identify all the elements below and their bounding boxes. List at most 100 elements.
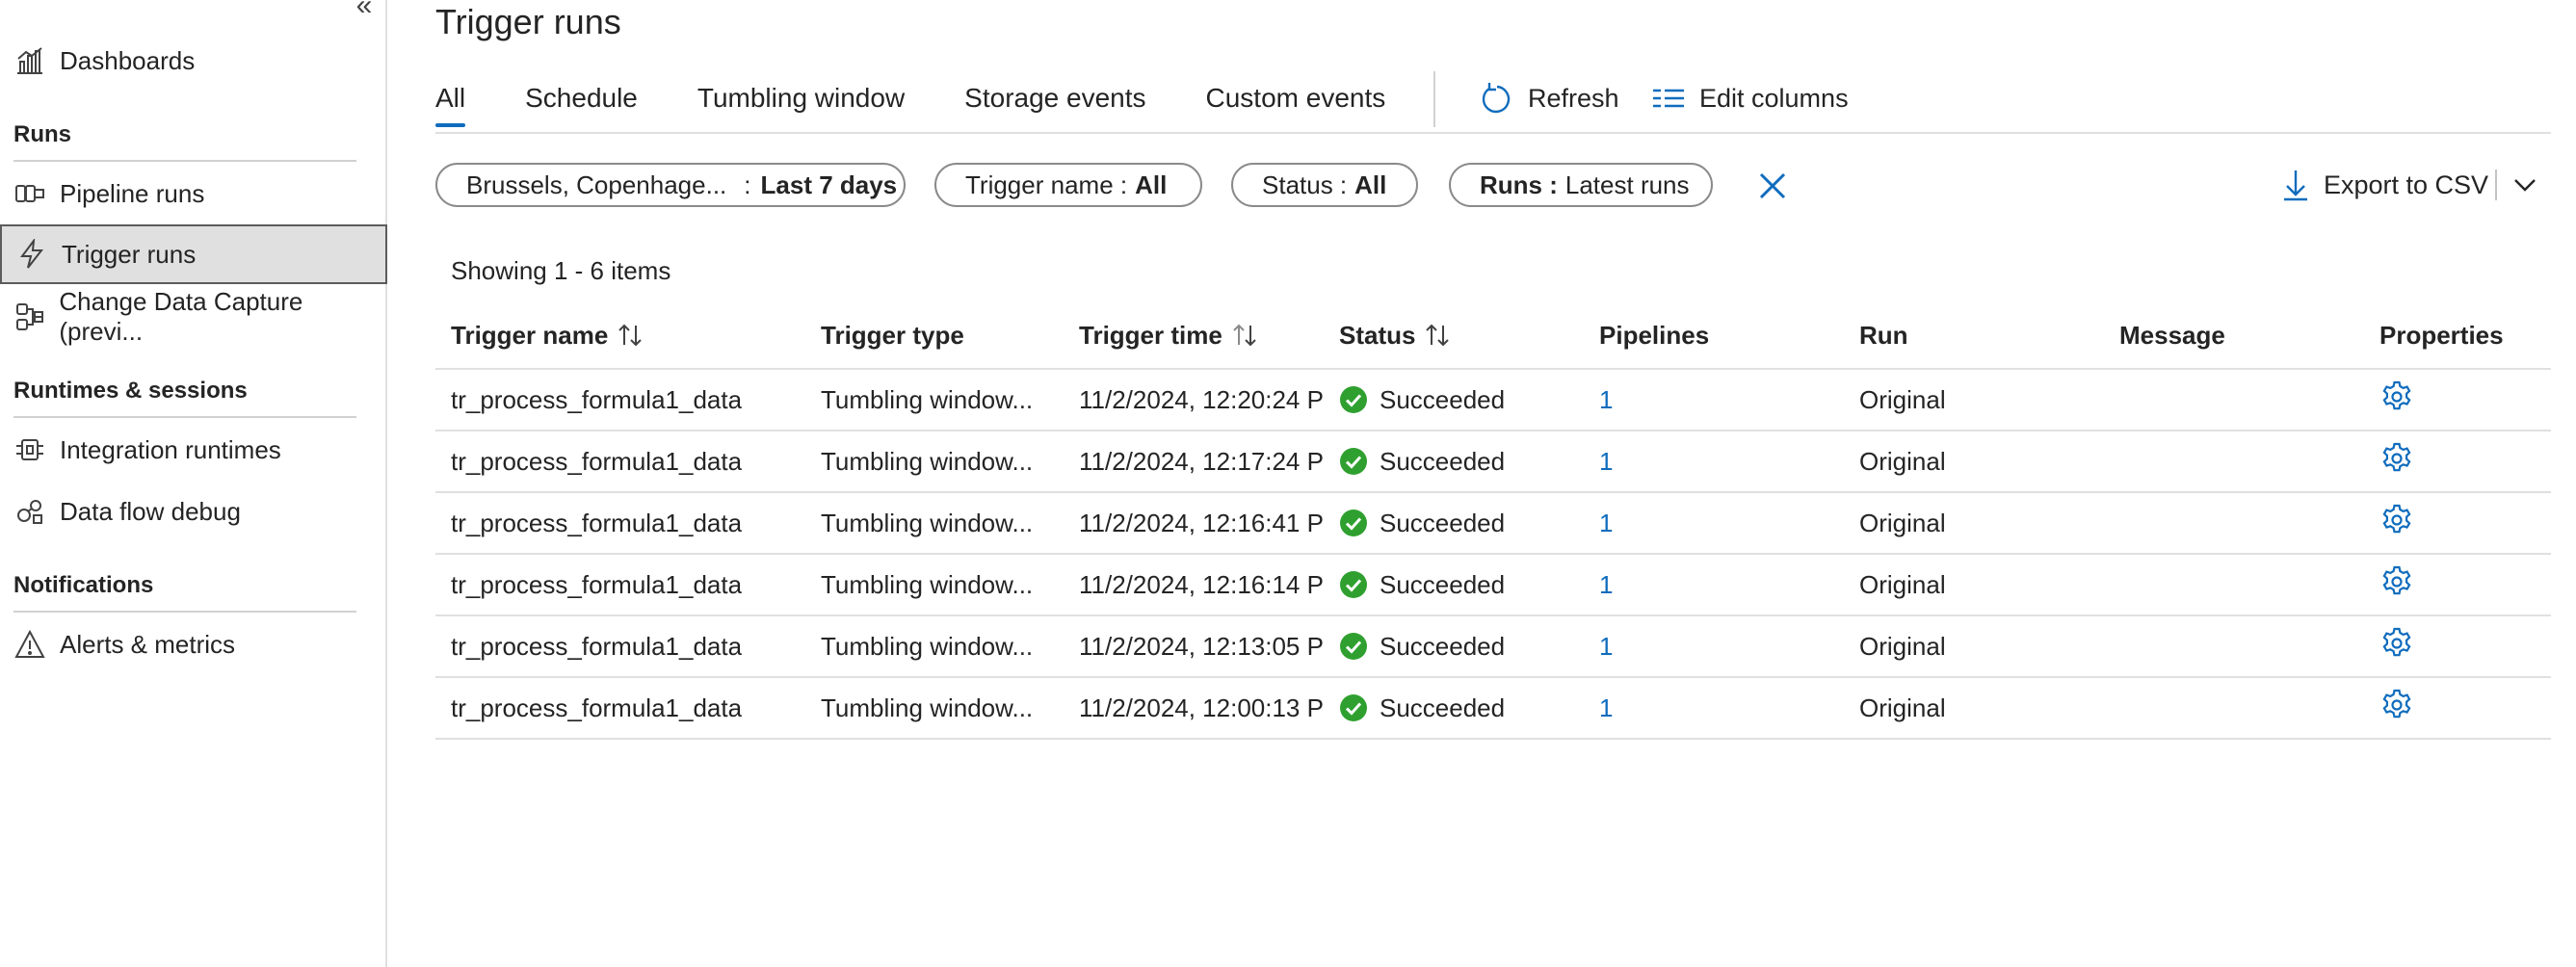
sidebar-item-data-flow-debug[interactable]: Data flow debug — [0, 482, 387, 541]
status-text: Succeeded — [1380, 384, 1506, 414]
pipelines-cell: 1 — [1599, 570, 1859, 600]
pipelines-link[interactable]: 1 — [1599, 385, 1613, 414]
export-csv-button[interactable]: Export to CSV — [2281, 164, 2488, 206]
column-header-pipelines: Pipelines — [1599, 321, 1859, 351]
section-heading-runtimes: Runtimes & sessions — [13, 378, 248, 404]
section-heading-notifications: Notifications — [13, 572, 154, 598]
filter-separator: : — [744, 170, 751, 199]
sidebar-item-trigger-runs[interactable]: Trigger runs — [0, 224, 387, 284]
divider — [13, 611, 356, 613]
refresh-label: Refresh — [1528, 83, 1619, 113]
double-chevron-left-icon[interactable]: « — [351, 0, 378, 20]
trigger-name-cell: tr_process_formula1_data — [451, 446, 743, 476]
export-label: Export to CSV — [2324, 170, 2489, 199]
cdc-icon — [13, 301, 45, 333]
table-row[interactable]: tr_process_formula1_data Tumbling window… — [435, 493, 2551, 555]
tab-custom-events[interactable]: Custom events — [1206, 77, 1386, 127]
table-row[interactable]: tr_process_formula1_data Tumbling window… — [435, 555, 2551, 616]
chart-icon — [13, 44, 46, 77]
header-label: Pipelines — [1599, 320, 1710, 350]
sidebar-item-label: Alerts & metrics — [60, 629, 236, 659]
filter-value: All — [1135, 170, 1168, 199]
gear-icon[interactable] — [2379, 564, 2414, 599]
pipelines-link[interactable]: 1 — [1599, 632, 1613, 661]
gear-icon[interactable] — [2379, 441, 2414, 476]
table-row[interactable]: tr_process_formula1_data Tumbling window… — [435, 370, 2551, 431]
lightning-icon — [15, 238, 48, 271]
tab-schedule[interactable]: Schedule — [525, 77, 638, 127]
trigger-runs-table: Trigger name Trigger type Trigger time S… — [435, 302, 2551, 740]
gear-icon[interactable] — [2379, 688, 2414, 722]
column-header-status[interactable]: Status — [1339, 321, 1599, 351]
trigger-time-cell: 11/2/2024, 12:20:24 P — [1079, 384, 1324, 414]
tab-storage-events[interactable]: Storage events — [964, 77, 1145, 127]
sidebar-item-label: Integration runtimes — [60, 434, 281, 464]
sort-icon[interactable] — [1423, 321, 1452, 350]
run-cell: Original — [1859, 631, 1946, 661]
tab-all[interactable]: All — [435, 77, 466, 127]
properties-cell — [2379, 503, 2543, 544]
column-header-properties: Properties — [2379, 321, 2543, 351]
check-circle-icon — [1340, 448, 1367, 475]
download-icon — [2284, 170, 2307, 201]
pipelines-link[interactable]: 1 — [1599, 509, 1613, 537]
trigger-name-cell: tr_process_formula1_data — [451, 508, 743, 537]
table-header: Trigger name Trigger type Trigger time S… — [435, 302, 2551, 370]
check-circle-icon — [1340, 694, 1367, 721]
status-filter[interactable]: Status : All — [1231, 163, 1418, 207]
chevron-down-icon[interactable] — [2510, 171, 2539, 198]
pipeline-icon — [13, 177, 46, 210]
timezone-range-filter[interactable]: Brussels, Copenhage... : Last 7 days — [435, 163, 906, 207]
sidebar-item-dashboards[interactable]: Dashboards — [0, 31, 387, 91]
sidebar-item-alerts-metrics[interactable]: Alerts & metrics — [0, 614, 387, 674]
sidebar-item-integration-runtimes[interactable]: Integration runtimes — [0, 420, 387, 480]
filter-value: Last 7 days — [760, 170, 898, 199]
close-icon[interactable] — [1753, 167, 1792, 205]
filter-label: Runs : — [1480, 170, 1558, 199]
filter-label: Status : — [1262, 170, 1348, 199]
properties-cell — [2379, 379, 2543, 421]
column-header-trigger-time[interactable]: Trigger time — [1079, 321, 1339, 351]
sidebar-item-pipeline-runs[interactable]: Pipeline runs — [0, 164, 387, 223]
pipelines-cell: 1 — [1599, 632, 1859, 662]
status-cell: Succeeded — [1339, 385, 1599, 415]
sort-icon[interactable] — [1230, 321, 1259, 350]
gear-icon[interactable] — [2379, 379, 2414, 414]
edit-columns-label: Edit columns — [1699, 83, 1849, 113]
column-header-trigger-name[interactable]: Trigger name — [435, 321, 821, 351]
gear-icon[interactable] — [2379, 626, 2414, 661]
properties-cell — [2379, 626, 2543, 667]
trigger-type-cell: Tumbling window... — [821, 384, 1034, 414]
header-label: Trigger name — [451, 320, 609, 350]
trigger-name-cell: tr_process_formula1_data — [451, 384, 743, 414]
table-row[interactable]: tr_process_formula1_data Tumbling window… — [435, 678, 2551, 740]
section-heading-runs: Runs — [13, 121, 71, 147]
pipelines-link[interactable]: 1 — [1599, 570, 1613, 599]
edit-columns-button[interactable]: Edit columns — [1651, 77, 1849, 119]
pipelines-link[interactable]: 1 — [1599, 447, 1613, 476]
trigger-name-cell: tr_process_formula1_data — [451, 569, 743, 599]
trigger-name-filter[interactable]: Trigger name : All — [934, 163, 1202, 207]
page-title: Trigger runs — [435, 2, 621, 41]
export-separator — [2495, 170, 2497, 200]
sidebar-item-change-data-capture[interactable]: Change Data Capture (previ... — [0, 287, 387, 347]
trigger-type-cell: Tumbling window... — [821, 693, 1034, 722]
header-label: Trigger time — [1079, 320, 1222, 350]
runs-filter[interactable]: Runs : Latest runs — [1449, 163, 1713, 207]
trigger-time-cell: 11/2/2024, 12:16:41 P — [1079, 508, 1324, 537]
tab-tumbling-window[interactable]: Tumbling window — [697, 77, 905, 127]
status-text: Succeeded — [1380, 631, 1506, 661]
filter-value: Latest runs — [1564, 170, 1690, 199]
status-text: Succeeded — [1380, 508, 1506, 537]
pipelines-link[interactable]: 1 — [1599, 693, 1613, 722]
refresh-button[interactable]: Refresh — [1480, 77, 1619, 119]
warning-icon — [13, 628, 46, 661]
run-cell: Original — [1859, 569, 1946, 599]
sidebar-item-label: Data flow debug — [60, 496, 241, 526]
sort-icon[interactable] — [616, 321, 644, 350]
table-row[interactable]: tr_process_formula1_data Tumbling window… — [435, 431, 2551, 493]
table-row[interactable]: tr_process_formula1_data Tumbling window… — [435, 616, 2551, 678]
gear-icon[interactable] — [2379, 503, 2414, 537]
trigger-time-cell: 11/2/2024, 12:00:13 P — [1079, 693, 1324, 722]
filter-label: Trigger name : — [965, 170, 1128, 199]
